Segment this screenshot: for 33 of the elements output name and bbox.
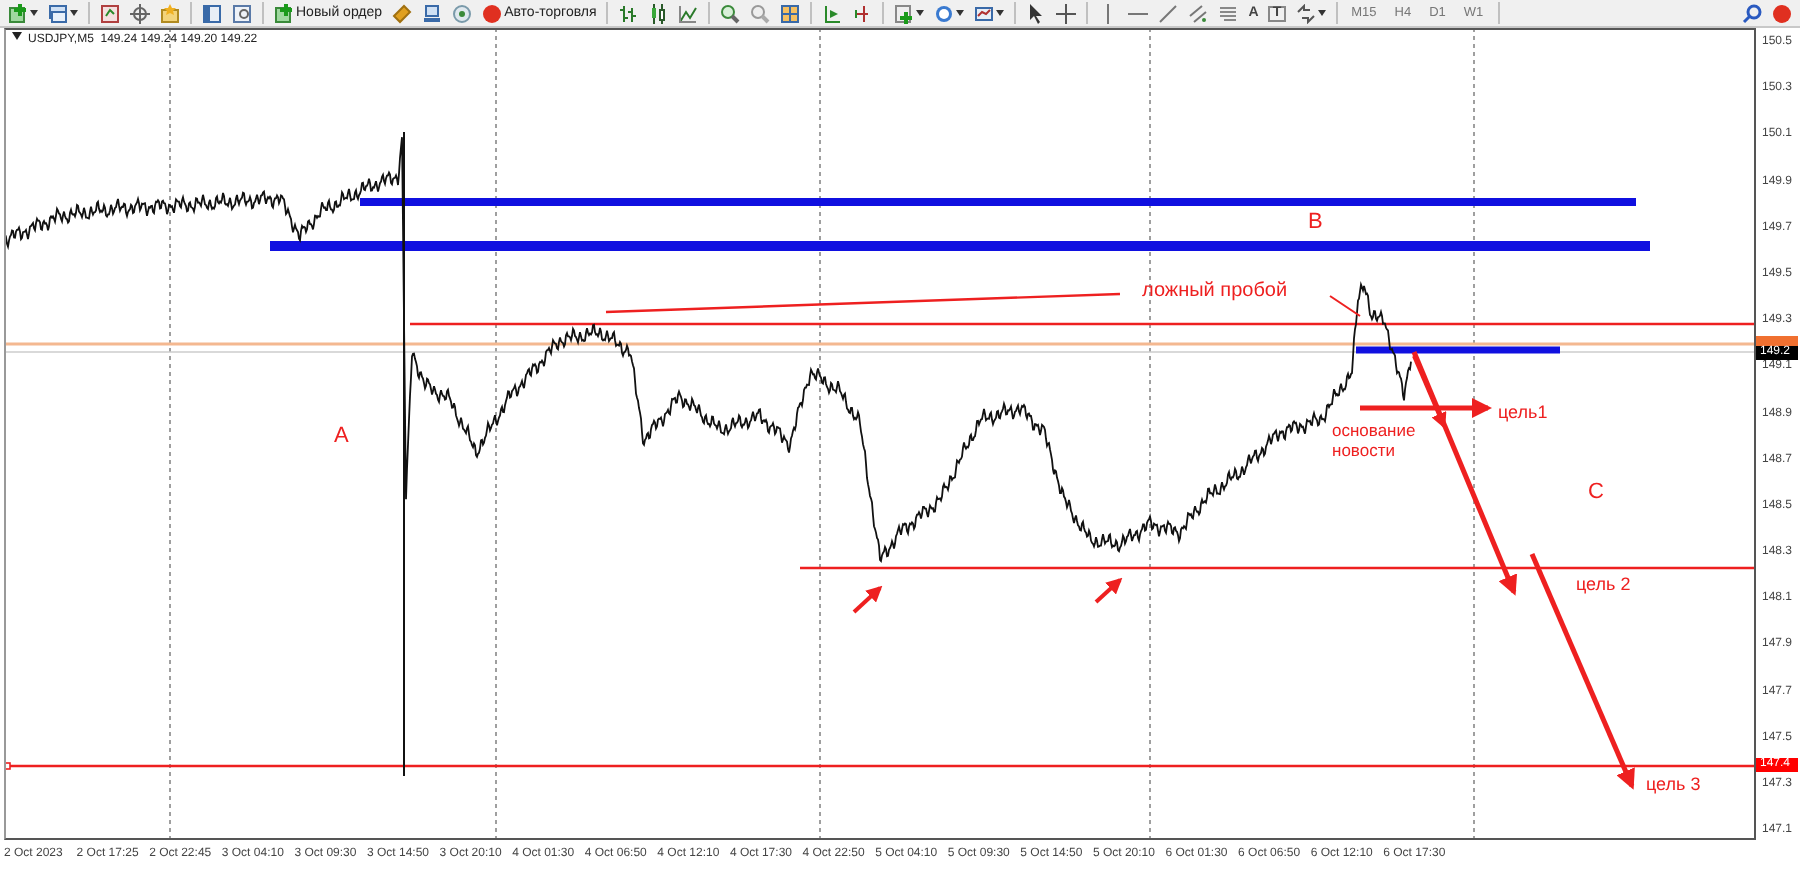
signal-icon[interactable] (448, 1, 477, 25)
arrow (852, 585, 883, 614)
star-folder-icon[interactable] (156, 1, 184, 25)
crosshair-icon[interactable] (126, 1, 154, 25)
chart-annotation: B (1308, 210, 1323, 236)
leader-line (1329, 295, 1361, 317)
chart-annotation: C (1588, 480, 1604, 506)
chart-annotation: цель 3 (1646, 774, 1701, 795)
zoom-in-icon[interactable] (716, 1, 745, 25)
market-watch-icon[interactable] (96, 1, 124, 25)
crosshair-icon[interactable] (1052, 1, 1081, 25)
search-icon[interactable] (1738, 1, 1766, 25)
alert-icon[interactable] (1768, 1, 1796, 25)
alert-icon (482, 3, 503, 23)
new-order-icon (274, 3, 294, 23)
tester-icon[interactable] (228, 1, 256, 25)
new-chart-icon[interactable] (4, 1, 42, 25)
collapse-icon[interactable] (14, 36, 24, 44)
clock-icon[interactable] (930, 1, 969, 25)
chart-annotation: основание новости (1332, 422, 1418, 462)
indicators-icon[interactable] (890, 1, 929, 25)
chart-annotation: ложный пробой (1142, 280, 1288, 303)
chart-annotation: цель 2 (1576, 574, 1631, 595)
arrow (1094, 577, 1123, 604)
trend-line-icon[interactable] (1154, 1, 1183, 25)
tile-windows-icon[interactable] (776, 1, 805, 25)
chart-annotation: A (334, 424, 349, 450)
chart-annotation: цель1 (1498, 402, 1548, 423)
windows-icon[interactable] (44, 1, 82, 25)
price-tag (1756, 336, 1798, 346)
line-chart-icon[interactable] (674, 1, 703, 25)
window-panel-icon[interactable] (198, 1, 226, 25)
templates-icon[interactable] (970, 1, 1009, 25)
